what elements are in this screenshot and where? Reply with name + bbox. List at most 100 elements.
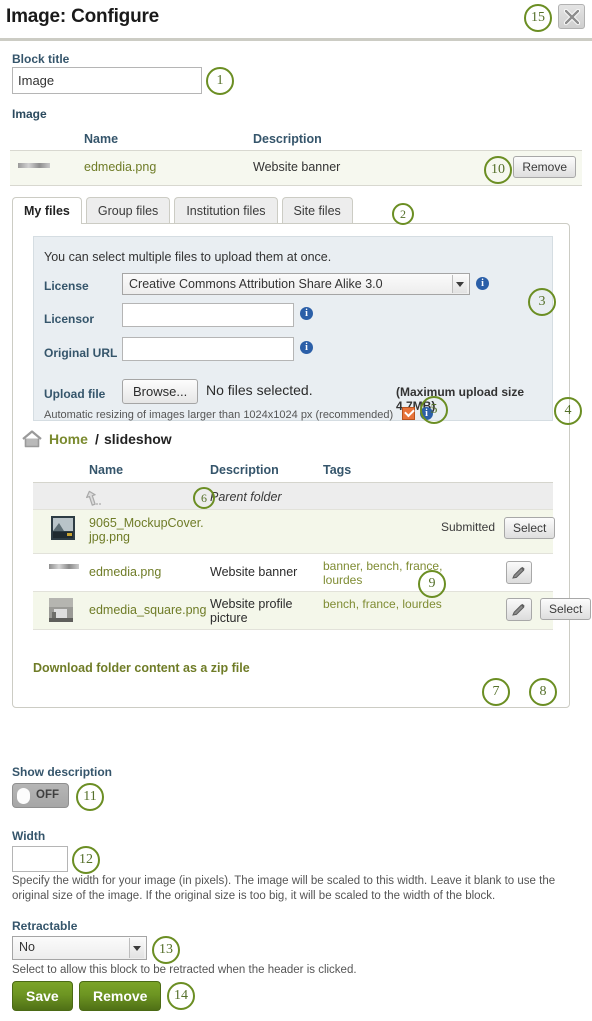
licensor-info-icon[interactable]: i — [300, 307, 313, 320]
callout-6: 6 — [193, 487, 215, 509]
configure-image-dialog: Image: Configure 15 Block title 1 Image … — [0, 0, 592, 1021]
column-header-name: Name — [84, 132, 119, 146]
show-description-label: Show description — [12, 765, 113, 779]
column-header-description: Description — [210, 463, 279, 477]
close-icon — [563, 8, 581, 26]
file-name-link[interactable]: edmedia.png — [84, 160, 156, 174]
close-button[interactable] — [558, 4, 585, 29]
callout-4: 4 — [554, 397, 582, 425]
block-title-label: Block title — [12, 52, 70, 66]
callout-12: 12 — [72, 846, 100, 874]
file-tags[interactable]: bench, france, lourdes — [323, 597, 473, 611]
callout-11: 11 — [76, 783, 104, 811]
callout-2: 2 — [392, 203, 414, 225]
callout-10: 10 — [484, 156, 512, 184]
tab-group-files[interactable]: Group files — [85, 197, 171, 224]
browse-button[interactable]: Browse... — [122, 379, 199, 404]
upload-intro-text: You can select multiple files to upload … — [44, 250, 332, 264]
original-url-label: Original URL — [44, 346, 118, 360]
download-zip-link[interactable]: Download folder content as a zip file — [33, 661, 250, 675]
up-arrow-icon[interactable] — [83, 488, 103, 508]
remove-image-button[interactable]: Remove — [513, 156, 576, 178]
callout-3: 3 — [528, 288, 556, 316]
page-title: Image: Configure — [6, 6, 160, 27]
tab-institution-files[interactable]: Institution files — [174, 197, 278, 224]
file-list-header: Name Description Tags — [33, 460, 553, 482]
callout-14: 14 — [167, 982, 195, 1010]
retractable-label: Retractable — [12, 919, 78, 933]
retractable-select[interactable]: No — [12, 936, 147, 960]
show-description-toggle[interactable]: OFF — [12, 783, 69, 808]
column-header-description: Description — [253, 132, 322, 146]
width-help-text: Specify the width for your image (in pix… — [12, 875, 556, 902]
select-file-button[interactable]: Select — [504, 517, 556, 539]
column-header-tags: Tags — [323, 463, 352, 477]
retractable-help-text: Select to allow this block to be retract… — [12, 964, 357, 976]
upload-form: You can select multiple files to upload … — [33, 236, 553, 421]
licensor-label: Licensor — [44, 312, 95, 326]
file-list-table: Name Description Tags Parent folder 9065… — [33, 460, 592, 630]
select-file-button[interactable]: Select — [540, 598, 592, 620]
thumbnail-image — [49, 564, 79, 569]
parent-folder-label: Parent folder — [210, 490, 282, 504]
file-description: Website banner — [253, 160, 341, 174]
license-select-value: Creative Commons Attribution Share Alike… — [129, 277, 383, 291]
column-header-name: Name — [89, 463, 124, 477]
file-description: Website profile picture — [210, 597, 293, 625]
chevron-down-icon — [452, 275, 467, 293]
width-input[interactable] — [12, 846, 68, 872]
width-label: Width — [12, 829, 46, 843]
upload-file-label: Upload file — [44, 387, 106, 401]
breadcrumb: Home / slideshow — [21, 429, 321, 453]
selected-image-table-header: Name Description — [10, 130, 582, 150]
toggle-state-label: OFF — [36, 789, 59, 801]
license-label: License — [44, 279, 89, 293]
thumbnail-graphic — [51, 516, 75, 540]
dialog-header: Image: Configure — [0, 0, 592, 41]
callout-5: 5 — [420, 396, 448, 424]
file-status: Submitted — [441, 520, 496, 534]
license-info-icon[interactable]: i — [476, 277, 489, 290]
licensor-input[interactable] — [122, 303, 294, 327]
auto-resize-checkbox[interactable] — [402, 407, 415, 420]
file-source-tabs: My files Group files Institution files S… — [12, 197, 357, 224]
original-url-info-icon[interactable]: i — [300, 341, 313, 354]
file-browser-panel: You can select multiple files to upload … — [12, 223, 592, 708]
callout-8: 8 — [529, 678, 557, 706]
remove-button[interactable]: Remove — [79, 981, 162, 1011]
pencil-icon — [512, 566, 525, 579]
auto-resize-note: Automatic resizing of images larger than… — [44, 409, 394, 421]
thumbnail-image — [18, 163, 50, 168]
table-row: edmedia_square.png Website profile pictu… — [33, 592, 592, 630]
home-icon[interactable] — [21, 429, 43, 449]
tab-my-files[interactable]: My files — [12, 197, 82, 224]
callout-13: 13 — [152, 936, 180, 964]
file-name-link[interactable]: edmedia_square.png — [89, 603, 206, 617]
callout-9: 9 — [418, 570, 446, 598]
callout-1: 1 — [206, 67, 234, 95]
chevron-down-icon — [129, 938, 144, 958]
image-section-label: Image — [12, 107, 47, 121]
original-url-input[interactable] — [122, 337, 294, 361]
no-files-selected-text: No files selected. — [206, 382, 313, 398]
file-name-link[interactable]: 9065_MockupCover.jpg.png — [89, 516, 204, 544]
breadcrumb-home-link[interactable]: Home — [49, 431, 88, 447]
retractable-select-value: No — [19, 940, 35, 954]
pencil-icon — [512, 603, 525, 616]
file-description: Website banner — [210, 565, 298, 579]
thumbnail-image — [49, 598, 73, 622]
table-row-parent-folder[interactable]: Parent folder — [33, 482, 553, 510]
table-row: edmedia.png Website banner banner, bench… — [33, 554, 553, 592]
tab-site-files[interactable]: Site files — [281, 197, 353, 224]
thumbnail-graphic — [49, 598, 73, 622]
block-title-input[interactable] — [12, 67, 202, 94]
edit-file-button[interactable] — [506, 561, 532, 584]
callout-15: 15 — [524, 4, 552, 32]
license-select[interactable]: Creative Commons Attribution Share Alike… — [122, 273, 470, 295]
breadcrumb-current-folder: slideshow — [104, 431, 172, 447]
edit-file-button[interactable] — [506, 598, 532, 621]
table-row: 9065_MockupCover.jpg.png Submitted Selec… — [33, 510, 556, 554]
toggle-knob — [17, 788, 30, 804]
save-button[interactable]: Save — [12, 981, 73, 1011]
file-name-link[interactable]: edmedia.png — [89, 565, 161, 579]
